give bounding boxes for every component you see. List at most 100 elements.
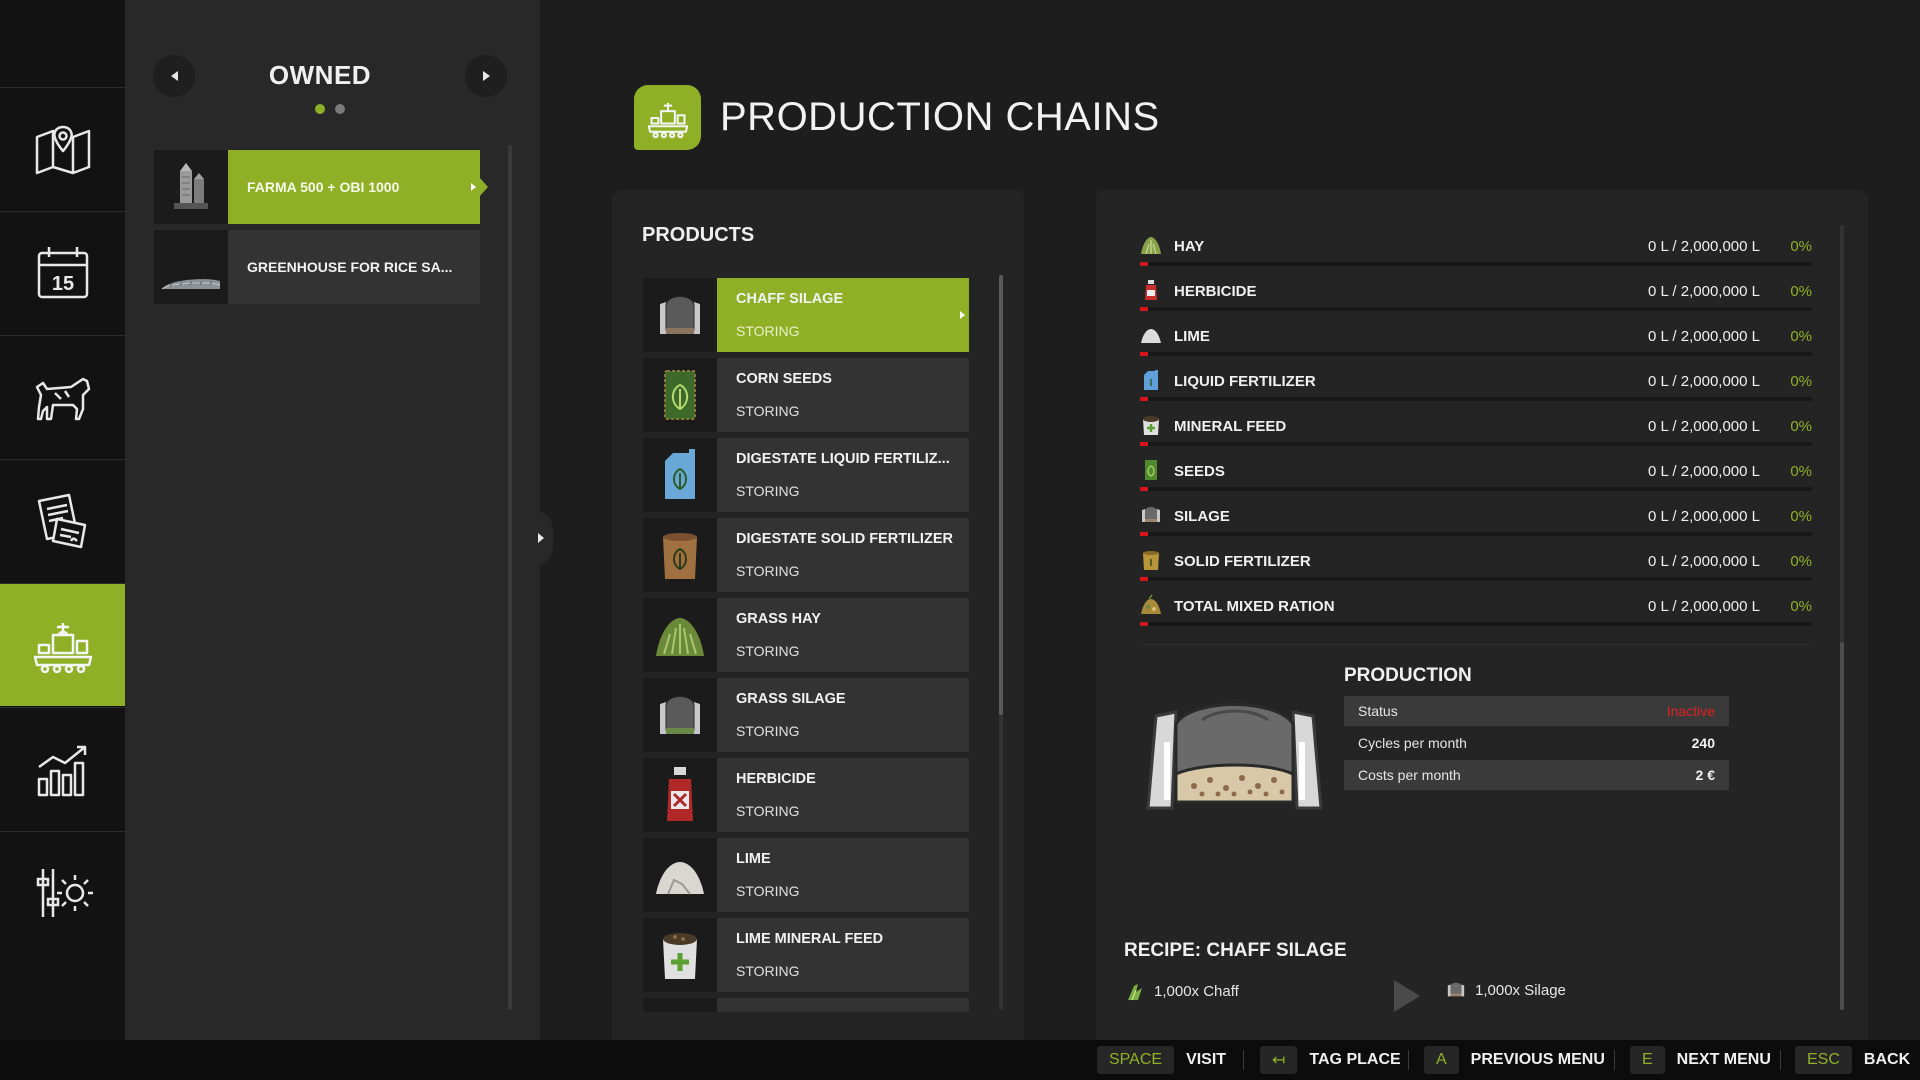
nav-map[interactable]	[0, 87, 125, 210]
recipe-input: 1,000x Chaff	[1126, 980, 1239, 1002]
product-status: STORING	[736, 963, 800, 979]
product-item[interactable]: CORN SEEDS STORING	[643, 358, 969, 432]
storage-bar	[1140, 487, 1812, 491]
product-status: STORING	[736, 483, 800, 499]
product-item[interactable]: HERBICIDE STORING	[643, 758, 969, 832]
storage-percent: 0%	[1790, 598, 1812, 615]
storage-name: SEEDS	[1174, 463, 1225, 480]
storage-percent: 0%	[1790, 553, 1812, 570]
page-dot[interactable]	[335, 104, 345, 114]
product-list: CHAFF SILAGE STORING CORN SEEDS STORING	[643, 278, 969, 1012]
storage-name: TOTAL MIXED RATION	[1174, 598, 1335, 615]
owned-scrollbar[interactable]	[508, 145, 512, 1010]
product-item[interactable]: DIGESTATE LIQUID FERTILIZ... STORING	[643, 438, 969, 512]
collapse-panel-toggle[interactable]	[533, 510, 553, 566]
hint-visit[interactable]: SPACE VISIT	[1097, 1046, 1226, 1074]
nav-production[interactable]	[0, 583, 134, 706]
product-thumbnail	[643, 358, 717, 432]
product-thumbnail	[643, 518, 717, 592]
product-item[interactable]: CHAFF SILAGE STORING	[643, 278, 969, 352]
nav-settings[interactable]	[0, 831, 125, 954]
divider	[1780, 1050, 1781, 1070]
hint-label: TAG PLACE	[1309, 1051, 1401, 1068]
product-item[interactable]: GRASS SILAGE STORING	[643, 678, 969, 752]
key-space: SPACE	[1097, 1046, 1175, 1074]
costs-row: Costs per month 2 €	[1344, 760, 1729, 790]
product-scrollbar-thumb[interactable]	[999, 275, 1003, 715]
product-thumbnail	[643, 838, 717, 912]
product-name: DIGESTATE SOLID FERTILIZER	[736, 531, 953, 547]
storage-amount: 0 L / 2,000,000 L	[1647, 328, 1760, 345]
owned-item[interactable]: GREENHOUSE FOR RICE SA...	[154, 230, 480, 304]
storage-amount: 0 L / 2,000,000 L	[1647, 598, 1760, 615]
mineral-feed-icon	[663, 933, 697, 979]
product-status: STORING	[736, 723, 800, 739]
storage-amount: 0 L / 2,000,000 L	[1647, 418, 1760, 435]
solid-fertilizer-icon	[1143, 551, 1159, 570]
hay-icon	[1141, 237, 1161, 255]
owned-item-label: FARMA 500 + OBI 1000	[247, 179, 400, 195]
liquid-fertilizer-icon	[665, 449, 695, 499]
nav-calendar[interactable]: 15	[0, 211, 125, 334]
owned-prev-button[interactable]	[153, 55, 195, 97]
silage-icon	[1447, 982, 1465, 997]
costs-label: Costs per month	[1358, 767, 1461, 783]
liquid-fertilizer-icon	[1144, 370, 1158, 390]
details-scrollbar-thumb[interactable]	[1840, 642, 1844, 1010]
product-item[interactable]	[643, 998, 969, 1012]
production-chain-icon	[33, 623, 92, 674]
product-thumbnail	[643, 598, 717, 672]
divider	[1614, 1050, 1615, 1070]
storage-name: SILAGE	[1174, 508, 1230, 525]
selected-caret	[968, 303, 969, 327]
storage-amount: 0 L / 2,000,000 L	[1647, 373, 1760, 390]
product-name: DIGESTATE LIQUID FERTILIZ...	[736, 451, 950, 467]
nav-animals[interactable]	[0, 335, 125, 458]
settings-icon	[36, 869, 93, 917]
silage-bunker-image	[1146, 703, 1323, 810]
product-status: STORING	[736, 403, 800, 419]
storage-amount: 0 L / 2,000,000 L	[1647, 238, 1760, 255]
nav-contracts[interactable]	[0, 459, 125, 582]
product-name: LIME MINERAL FEED	[736, 931, 884, 947]
product-item[interactable]: DIGESTATE SOLID FERTILIZER STORING	[643, 518, 969, 592]
nav-statistics[interactable]	[0, 707, 125, 830]
hint-tag-place[interactable]: ↤ TAG PLACE	[1260, 1046, 1401, 1074]
storage-percent: 0%	[1790, 373, 1812, 390]
owned-next-button[interactable]	[465, 55, 507, 97]
product-status: STORING	[736, 323, 800, 339]
silage-icon	[660, 296, 700, 334]
product-item[interactable]: GRASS HAY STORING	[643, 598, 969, 672]
status-badge: Inactive	[1666, 703, 1715, 719]
hint-previous-menu[interactable]: A PREVIOUS MENU	[1424, 1046, 1605, 1074]
storage-row: SILAGE 0 L / 2,000,000 L 0%	[1140, 498, 1812, 543]
storage-bar-fill	[1140, 487, 1148, 491]
storage-bar	[1140, 352, 1812, 356]
page-dot-active[interactable]	[315, 104, 325, 114]
storage-bar-fill	[1140, 307, 1148, 311]
divider	[1243, 1050, 1244, 1070]
storage-name: SOLID FERTILIZER	[1174, 553, 1311, 570]
key-tag: ↤	[1260, 1046, 1298, 1074]
svg-text:15: 15	[51, 273, 73, 295]
hint-back[interactable]: ESC BACK	[1795, 1046, 1910, 1074]
product-thumbnail	[643, 278, 717, 352]
solid-fertilizer-icon	[663, 533, 697, 579]
storage-percent: 0%	[1790, 508, 1812, 525]
product-name: GRASS SILAGE	[736, 691, 846, 707]
storage-bar	[1140, 532, 1812, 536]
storage-row: LIME 0 L / 2,000,000 L 0%	[1140, 318, 1812, 363]
product-thumbnail	[643, 438, 717, 512]
storage-bar-fill	[1140, 622, 1148, 626]
calendar-icon: 15	[37, 247, 88, 299]
product-item[interactable]: LIME STORING	[643, 838, 969, 912]
owned-item[interactable]: FARMA 500 + OBI 1000	[154, 150, 488, 224]
product-name: HERBICIDE	[736, 771, 816, 787]
key-esc: ESC	[1795, 1046, 1852, 1074]
key-e: E	[1630, 1046, 1665, 1074]
product-item[interactable]: LIME MINERAL FEED STORING	[643, 918, 969, 992]
storage-name: HERBICIDE	[1174, 283, 1257, 300]
selected-caret	[479, 177, 488, 197]
storage-amount: 0 L / 2,000,000 L	[1647, 553, 1760, 570]
hint-next-menu[interactable]: E NEXT MENU	[1630, 1046, 1771, 1074]
